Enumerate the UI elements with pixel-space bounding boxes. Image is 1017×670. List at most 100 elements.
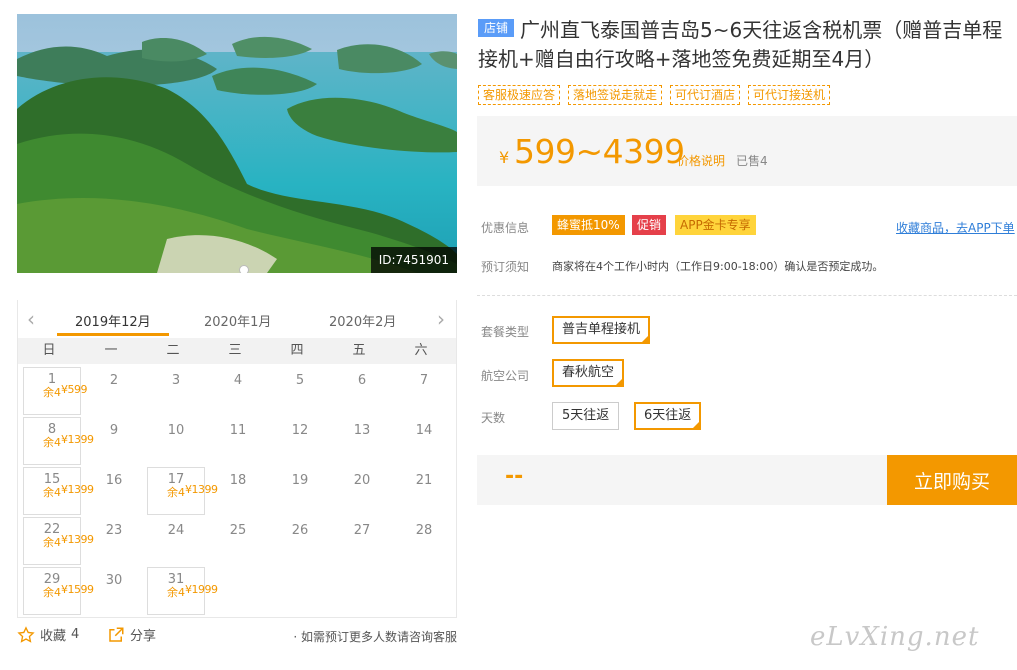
option-package[interactable]: 普吉单程接机 [552, 316, 651, 345]
calendar-day: 25 [209, 517, 267, 565]
service-tag: 落地签说走就走 [568, 85, 663, 105]
calendar-day-available[interactable]: 15 ¥1399 余4 [23, 467, 94, 515]
day-number: 3 [171, 373, 181, 388]
calendar-day: 7 [395, 367, 453, 415]
watermark-logo: eLvXing.net [810, 622, 980, 652]
product-title-block: 店铺 广州直飞泰国普吉岛5~6天往返含税机票（赠普吉单程接机+赠自由行攻略+落地签… [478, 16, 1008, 74]
calendar-day-available[interactable]: 1 ¥599 余4 [23, 367, 88, 415]
favorite-app-link[interactable]: 收藏商品，去APP下单 [896, 219, 1015, 236]
day-number: 26 [291, 523, 309, 538]
product-photo[interactable]: ID:7451901 [17, 14, 457, 273]
calendar-day: 19 [271, 467, 329, 515]
day-number: 6 [357, 373, 367, 388]
divider [477, 295, 1017, 296]
calendar-day: 20 [333, 467, 391, 515]
buy-now-button[interactable]: 立即购买 [887, 455, 1017, 505]
action-bar: 收藏 4 分享 · 如需预订更多人数请咨询客服 [17, 625, 457, 649]
option-days-5[interactable]: 5天往返 [552, 402, 620, 430]
chevron-right-icon[interactable]: › [432, 309, 450, 329]
purchase-row: -- 立即购买 [477, 455, 1017, 505]
service-tags: 客服极速应答 落地签说走就走 可代订酒店 可代订接送机 [478, 85, 831, 105]
star-icon [17, 625, 35, 643]
day-number: 24 [167, 523, 185, 538]
weekday-header: 日 一 二 三 四 五 六 [18, 338, 456, 364]
product-title: 广州直飞泰国普吉岛5~6天往返含税机票（赠普吉单程接机+赠自由行攻略+落地签免费… [478, 18, 1003, 71]
share-button[interactable]: 分享 [107, 625, 156, 644]
shop-badge[interactable]: 店铺 [478, 19, 515, 37]
calendar-day: 5 [271, 367, 329, 415]
booking-notice: 商家将在4个工作小时内（工作日9:00-18:00）确认是否预定成功。 [552, 260, 884, 273]
calendar-day: 30 [85, 567, 143, 615]
days-label: 天数 [481, 411, 506, 425]
consult-note: · 如需预订更多人数请咨询客服 [293, 630, 457, 644]
calendar-grid: 1 ¥599 余4 2 3 4 5 6 7 8 ¥1399 余4 9 10 11 12 13 14 15 ¥1399 余… [18, 364, 456, 618]
calendar-day-available[interactable]: 29 ¥1599 余4 [23, 567, 94, 615]
day-price: ¥599 [61, 383, 88, 396]
day-number: 25 [229, 523, 247, 538]
price-box: ¥ 599~4399 价格说明 已售4 [477, 116, 1017, 186]
favorite-label: 收藏 [40, 629, 67, 644]
day-number: 10 [167, 423, 185, 438]
weekday-label: 四 [290, 343, 304, 358]
tab-month-2020-02[interactable]: 2020年2月 [329, 311, 396, 330]
calendar-day: 23 [85, 517, 143, 565]
option-airline[interactable]: 春秋航空 [552, 359, 625, 388]
day-number: 28 [415, 523, 433, 538]
booking-label: 预订须知 [481, 260, 530, 274]
favorite-count: 4 [71, 627, 80, 642]
calendar-day: 16 [85, 467, 143, 515]
island-landscape-image [17, 14, 457, 273]
price-range: 599~4399 [514, 132, 685, 171]
service-tag: 可代订接送机 [748, 85, 831, 105]
option-days-6[interactable]: 6天往返 [634, 402, 702, 431]
day-number: 4 [233, 373, 243, 388]
calendar-day: 9 [85, 417, 143, 465]
calendar-day: 2 [85, 367, 143, 415]
sold-count: 已售4 [736, 154, 768, 168]
day-price: ¥1999 [185, 583, 218, 596]
day-number: 2 [109, 373, 119, 388]
calendar-day: 4 [209, 367, 267, 415]
calendar-day: 14 [395, 417, 453, 465]
day-number: 18 [229, 473, 247, 488]
calendar-day-available[interactable]: 31 ¥1999 余4 [147, 567, 218, 615]
weekday-label: 一 [104, 343, 118, 358]
day-number: 16 [105, 473, 123, 488]
day-number: 14 [415, 423, 433, 438]
calendar-day: 12 [271, 417, 329, 465]
chevron-left-icon[interactable]: ‹ [22, 309, 40, 329]
calendar-day: 10 [147, 417, 205, 465]
promo-label: 优惠信息 [481, 221, 530, 235]
service-tag: 可代订酒店 [670, 85, 741, 105]
promo-badge-app-gold: APP金卡专享 [675, 215, 756, 235]
day-number: 9 [109, 423, 119, 438]
calendar-day-available[interactable]: 22 ¥1399 余4 [23, 517, 94, 565]
share-label: 分享 [130, 629, 157, 644]
calendar-day: 18 [209, 467, 267, 515]
calendar-day-available[interactable]: 17 ¥1399 余4 [147, 467, 218, 515]
weekday-label: 三 [228, 343, 242, 358]
day-number: 12 [291, 423, 309, 438]
photo-id-label: ID:7451901 [370, 247, 457, 273]
total-price: -- [505, 464, 524, 489]
weekday-label: 六 [414, 343, 428, 358]
calendar-day: 13 [333, 417, 391, 465]
date-calendar: ‹ 2019年12月 2020年1月 2020年2月 › 日 一 二 三 四 五… [17, 300, 457, 618]
day-number: 19 [291, 473, 309, 488]
calendar-day: 3 [147, 367, 205, 415]
price-note-link[interactable]: 价格说明 [677, 152, 725, 169]
promo-badge-sale: 促销 [632, 215, 667, 235]
calendar-day: 6 [333, 367, 391, 415]
calendar-day-available[interactable]: 8 ¥1399 余4 [23, 417, 94, 465]
currency-symbol: ¥ [499, 148, 510, 167]
service-tag: 客服极速应答 [478, 85, 561, 105]
weekday-label: 五 [352, 343, 366, 358]
day-number: 7 [419, 373, 429, 388]
favorite-button[interactable]: 收藏 4 [17, 625, 79, 644]
airline-label: 航空公司 [481, 369, 530, 383]
tab-month-2020-01[interactable]: 2020年1月 [204, 311, 271, 330]
calendar-day: 26 [271, 517, 329, 565]
day-number: 11 [229, 423, 247, 438]
carousel-dot[interactable] [239, 265, 249, 273]
tab-month-2019-12[interactable]: 2019年12月 [57, 311, 169, 336]
